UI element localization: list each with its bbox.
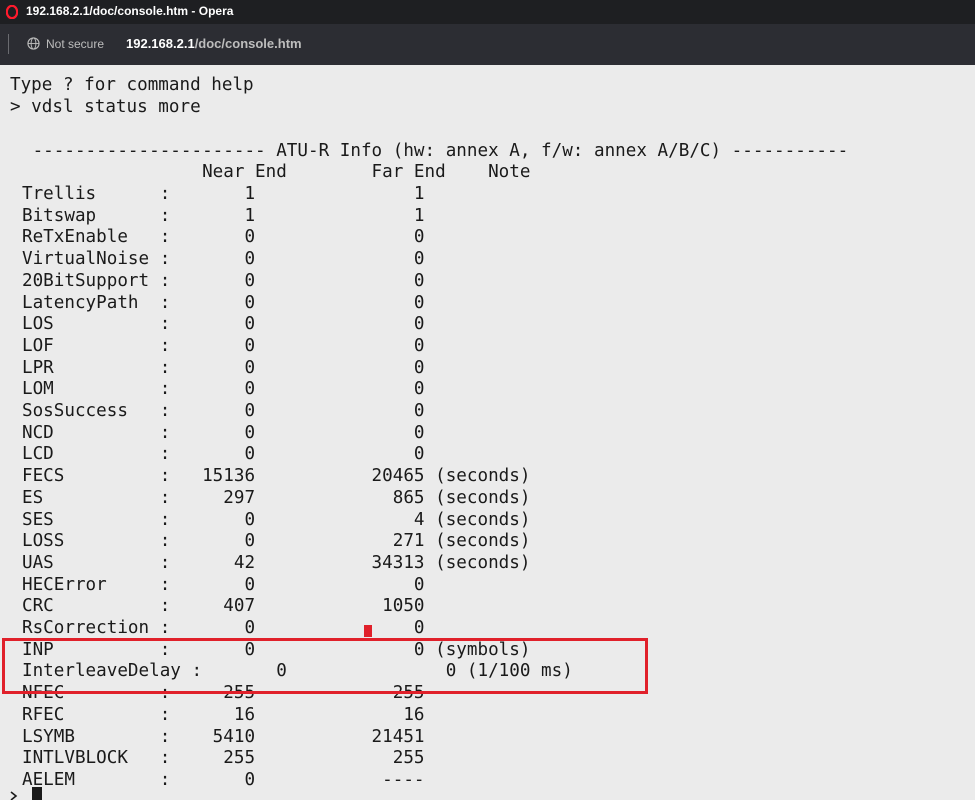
console-table-row: ReTxEnable : 0 0	[22, 227, 425, 248]
console-table-header: ---------------------- ATU-R Info (hw: a…	[22, 141, 849, 161]
console-table-row: UAS : 42 34313 (seconds)	[22, 552, 531, 573]
url-host: 192.168.2.1	[126, 36, 195, 51]
url-field[interactable]: 192.168.2.1/doc/console.htm	[126, 36, 302, 51]
highlight-marker	[364, 625, 372, 637]
console-table-row: HECError : 0 0	[22, 574, 425, 595]
console-table-row: SES : 0 4 (seconds)	[22, 509, 531, 530]
text-cursor[interactable]	[32, 787, 42, 800]
console-table-row: LCD : 0 0	[22, 444, 425, 465]
console-table-row: VirtualNoise : 0 0	[22, 249, 425, 270]
console-table-row: LOSS : 0 271 (seconds)	[22, 531, 531, 552]
console-table-row: AELEM : 0 ----	[22, 769, 425, 790]
console-table-row: NCD : 0 0	[22, 422, 425, 443]
console-table-row: SosSuccess : 0 0	[22, 401, 425, 421]
console-table-row: INTLVBLOCK : 255 255	[22, 748, 425, 769]
console-header-line: > vdsl status more	[10, 97, 201, 117]
console-table-row: LOS : 0 0	[22, 314, 425, 335]
console-table-row: LPR : 0 0	[22, 357, 425, 378]
console-header-line: Type ? for command help	[10, 75, 254, 95]
console-table-row: LOM : 0 0	[22, 379, 425, 400]
console-table-row: RFEC : 16 16	[22, 704, 425, 725]
url-path: /doc/console.htm	[194, 36, 302, 51]
window-title: 192.168.2.1/doc/console.htm - Opera	[26, 4, 234, 18]
address-bar-divider	[8, 34, 9, 54]
console-table-row: 20BitSupport : 0 0	[22, 270, 425, 291]
console-table-row: CRC : 407 1050	[22, 596, 425, 617]
console-table-row: ES : 297 865 (seconds)	[22, 487, 531, 508]
prompt-chevron-icon	[10, 791, 18, 800]
console-table-row: LatencyPath : 0 0	[22, 292, 425, 313]
security-status-label[interactable]: Not secure	[46, 37, 104, 51]
console-table-row: LOF : 0 0	[22, 335, 425, 356]
console-table-row: LSYMB : 5410 21451	[22, 726, 425, 747]
highlight-box	[2, 638, 648, 694]
console-table-header: Near End Far End Note	[22, 162, 531, 182]
console-table-row: Bitswap : 1 1	[22, 205, 425, 226]
console-table-row: FECS : 15136 20465 (seconds)	[22, 466, 531, 487]
globe-icon[interactable]	[27, 37, 40, 50]
address-bar[interactable]: Not secure 192.168.2.1/doc/console.htm	[0, 24, 975, 65]
window-titlebar: 192.168.2.1/doc/console.htm - Opera	[0, 0, 975, 24]
opera-logo-icon	[6, 5, 18, 19]
console-table-row: Trellis : 1 1	[22, 184, 425, 204]
